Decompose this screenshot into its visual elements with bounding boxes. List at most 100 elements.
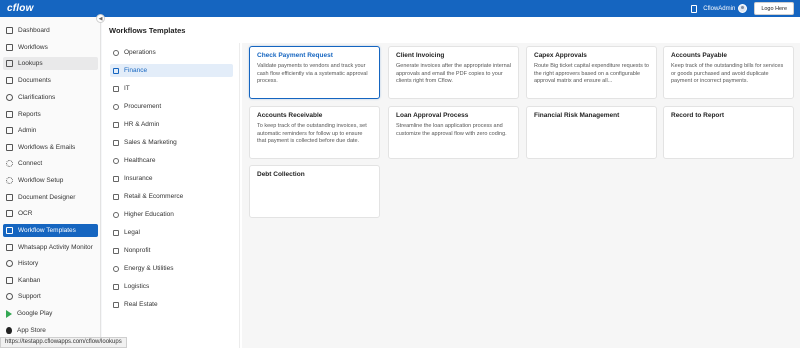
mail-icon [6, 144, 13, 151]
status-bar-url: https://testapp.cflowapps.com/cflow/look… [0, 337, 127, 348]
sidebar-item-label: History [18, 260, 39, 267]
template-card-title: Loan Approval Process [396, 112, 469, 119]
sidebar-item-dashboard[interactable]: Dashboard [3, 24, 98, 37]
category-icon [113, 175, 119, 182]
setup-icon [6, 177, 13, 184]
category-retail-ecommerce[interactable]: Retail & Ecommerce [110, 190, 233, 203]
category-energy-utilities[interactable]: Energy & Utilities [110, 262, 233, 275]
kanban-icon [6, 277, 13, 284]
category-real-estate[interactable]: Real Estate [110, 298, 233, 311]
sidebar-item-kanban[interactable]: Kanban [3, 274, 98, 287]
category-list: Operations Finance IT Procurement HR & Admin… [102, 43, 240, 348]
sidebar-item-documents[interactable]: Documents [3, 74, 98, 87]
template-card-title: Capex Approvals [534, 52, 587, 59]
template-card-debt-collection[interactable]: Debt Collection [249, 165, 380, 218]
template-card-check-payment-request[interactable]: Check Payment Request Validate payments t… [249, 46, 380, 99]
sidebar-item-google-play[interactable]: Google Play [3, 307, 98, 320]
category-label: Higher Education [124, 211, 174, 218]
category-finance[interactable]: Finance [110, 64, 233, 77]
template-card-description: Keep track of the outstanding bills for … [671, 63, 784, 84]
sidebar-item-lookups[interactable]: Lookups [3, 57, 98, 70]
sidebar-item-ocr[interactable]: OCR [3, 207, 98, 220]
sidebar-item-clarifications[interactable]: Clarifications [3, 91, 98, 104]
main-content: Workflows Templates Operations Finance IT P… [102, 17, 800, 348]
sidebar-item-workflow-setup[interactable]: Workflow Setup [3, 174, 98, 187]
template-card-loan-approval-process[interactable]: Loan Approval Process Streamline the loan… [388, 106, 519, 159]
collapse-sidebar-icon[interactable]: ◀ [96, 14, 105, 23]
category-logistics[interactable]: Logistics [110, 280, 233, 293]
sidebar-item-label: Clarifications [18, 94, 56, 101]
category-icon [113, 193, 119, 200]
category-icon [113, 121, 119, 128]
template-card-title: Accounts Payable [671, 52, 727, 59]
category-icon [113, 283, 119, 290]
category-insurance[interactable]: Insurance [110, 172, 233, 185]
sidebar-item-label: Dashboard [18, 27, 50, 34]
logout-button[interactable]: Logo Here [754, 2, 794, 15]
dashboard-icon [6, 27, 13, 34]
sidebar-item-label: Kanban [18, 277, 41, 284]
category-legal[interactable]: Legal [110, 226, 233, 239]
document-icon[interactable] [691, 4, 698, 13]
sidebar-item-history[interactable]: History [3, 257, 98, 270]
clarifications-icon [6, 94, 13, 101]
category-icon [113, 67, 119, 74]
category-procurement[interactable]: Procurement [110, 100, 233, 113]
category-label: Real Estate [124, 301, 158, 308]
sidebar-item-label: OCR [18, 210, 33, 217]
sidebar-item-label: Whatsapp Activity Monitor [18, 244, 93, 251]
whatsapp-icon [6, 244, 13, 251]
sidebar-item-workflows[interactable]: Workflows [3, 41, 98, 54]
category-healthcare[interactable]: Healthcare [110, 154, 233, 167]
sidebar-item-label: Workflows & Emails [18, 144, 76, 151]
sidebar-item-label: Workflow Setup [18, 177, 64, 184]
sidebar: Dashboard Workflows Lookups Documents Clarif… [0, 17, 101, 348]
template-card-record-to-report[interactable]: Record to Report [663, 106, 794, 159]
category-sales-marketing[interactable]: Sales & Marketing [110, 136, 233, 149]
page-title: Workflows Templates [109, 26, 186, 35]
sidebar-item-workflows-emails[interactable]: Workflows & Emails [3, 141, 98, 154]
cflow-logo[interactable]: cflow [7, 3, 34, 14]
documents-icon [6, 77, 13, 84]
sidebar-item-reports[interactable]: Reports [3, 108, 98, 121]
template-card-title: Accounts Receivable [257, 112, 323, 119]
sidebar-item-label: Documents [18, 77, 51, 84]
sidebar-item-support[interactable]: Support [3, 290, 98, 303]
top-bar: cflow CflowAdmin Logo Here [0, 0, 800, 17]
template-card-accounts-receivable[interactable]: Accounts Receivable To keep track of the … [249, 106, 380, 159]
category-higher-education[interactable]: Higher Education [110, 208, 233, 221]
sidebar-item-label: Support [18, 293, 41, 300]
template-card-capex-approvals[interactable]: Capex Approvals Route Big ticket capital … [526, 46, 657, 99]
history-icon [6, 260, 13, 267]
template-card-financial-risk-management[interactable]: Financial Risk Management [526, 106, 657, 159]
category-operations[interactable]: Operations [110, 46, 233, 59]
category-label: Logistics [124, 283, 150, 290]
category-icon [113, 85, 119, 92]
category-label: HR & Admin [124, 121, 160, 128]
sidebar-item-document-designer[interactable]: Document Designer [3, 191, 98, 204]
sidebar-item-workflow-templates[interactable]: Workflow Templates [3, 224, 98, 237]
sidebar-item-whatsapp-activity-monitor[interactable]: Whatsapp Activity Monitor [3, 241, 98, 254]
category-label: Operations [124, 49, 156, 56]
category-hr-admin[interactable]: HR & Admin [110, 118, 233, 131]
avatar[interactable] [738, 4, 748, 13]
username[interactable]: CflowAdmin [703, 6, 735, 12]
category-label: Energy & Utilities [124, 265, 174, 272]
category-icon [113, 247, 119, 254]
template-card-title: Client Invoicing [396, 52, 445, 59]
sidebar-item-admin[interactable]: Admin [3, 124, 98, 137]
workflows-icon [6, 44, 13, 51]
category-icon [113, 157, 119, 164]
template-card-accounts-payable[interactable]: Accounts Payable Keep track of the outsta… [663, 46, 794, 99]
category-icon [113, 103, 119, 110]
sidebar-item-label: Google Play [17, 310, 53, 317]
sidebar-item-connect[interactable]: Connect [3, 157, 98, 170]
category-it[interactable]: IT [110, 82, 233, 95]
category-nonprofit[interactable]: Nonprofit [110, 244, 233, 257]
connect-icon [6, 160, 13, 167]
template-card-title: Check Payment Request [257, 52, 333, 59]
template-card-client-invoicing[interactable]: Client Invoicing Generate invoices after … [388, 46, 519, 99]
template-card-description: Streamline the loan application process … [396, 123, 507, 137]
template-card-title: Debt Collection [257, 171, 305, 178]
sidebar-item-app-store[interactable]: App Store [3, 324, 98, 337]
